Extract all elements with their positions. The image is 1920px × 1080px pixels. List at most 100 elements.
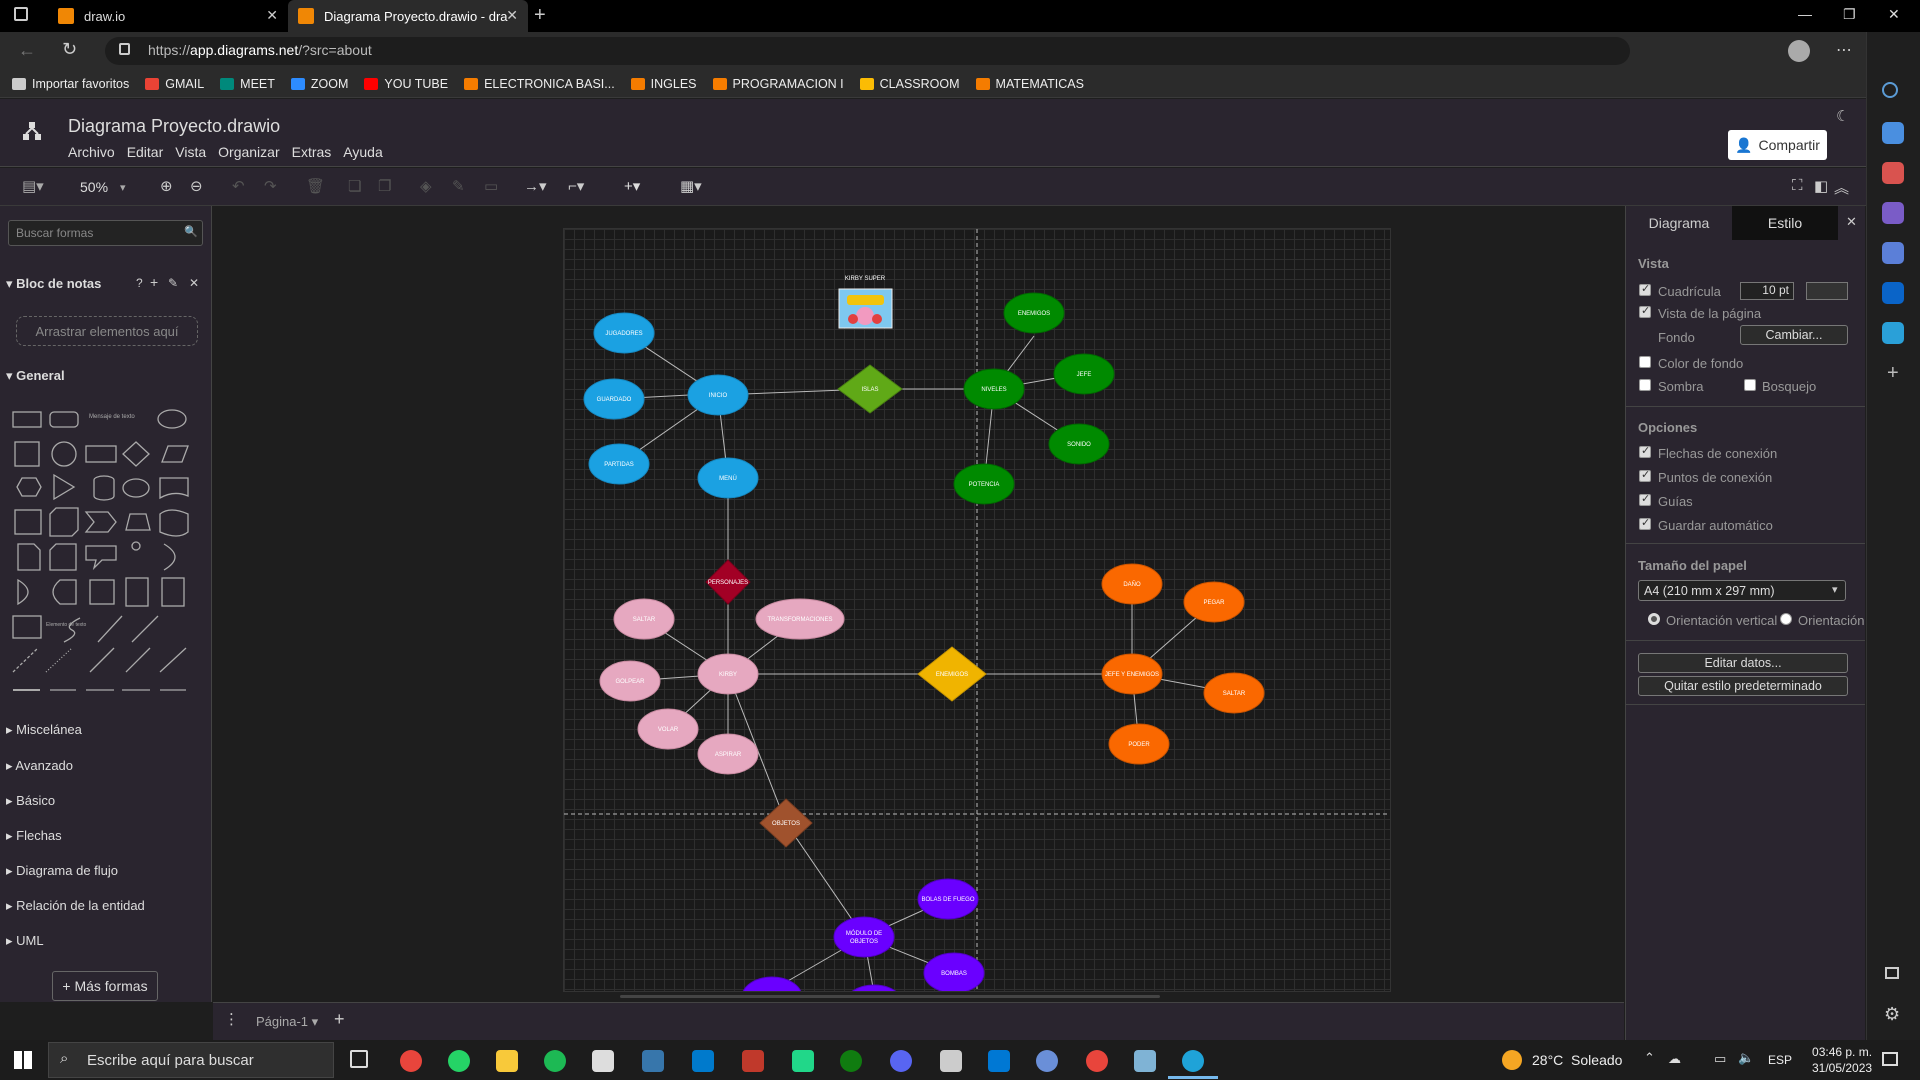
hexagon-shape[interactable] — [16, 477, 42, 497]
notifications-icon[interactable] — [1882, 1052, 1898, 1066]
new-tab-icon[interactable]: + — [534, 4, 546, 27]
format-panel-icon[interactable]: ▤▾ — [22, 177, 44, 195]
sketch-checkbox[interactable] — [1744, 379, 1756, 391]
language-indicator[interactable]: ESP — [1768, 1053, 1792, 1067]
clear-default-style-button[interactable]: Quitar estilo predeterminado — [1638, 676, 1848, 696]
list-shape[interactable] — [12, 615, 42, 639]
education-icon[interactable] — [940, 1050, 962, 1072]
section-avanzado[interactable]: ▸ Avanzado — [6, 758, 73, 774]
browser-tab-drawio[interactable]: draw.io ✕ — [48, 0, 288, 32]
cylinder-shape[interactable] — [93, 475, 115, 501]
scratchpad-edit-icon[interactable]: ✎ — [168, 276, 178, 290]
line-color-icon[interactable]: ✎ — [452, 177, 465, 195]
bookmark-zoom[interactable]: ZOOM — [290, 77, 348, 91]
menu-editar[interactable]: Editar — [127, 144, 164, 160]
file-explorer-icon[interactable] — [496, 1050, 518, 1072]
app-red-icon[interactable] — [742, 1050, 764, 1072]
shape-text-body[interactable]: Elemento de texto — [46, 622, 87, 628]
portrait-radio[interactable] — [1648, 613, 1660, 625]
cloud-icon[interactable]: ☁ — [1668, 1051, 1681, 1067]
close-panel-icon[interactable]: ✕ — [1846, 214, 1857, 230]
diagram-title-label[interactable]: KIRBY SUPER — [845, 276, 886, 282]
data-storage-shape[interactable] — [52, 579, 77, 605]
bookmark-import[interactable]: Importar favoritos — [12, 77, 129, 91]
grid-color-swatch[interactable] — [1806, 282, 1848, 300]
directional-connector-shape[interactable] — [159, 647, 187, 673]
square-shape[interactable] — [14, 441, 40, 467]
menu-ayuda[interactable]: Ayuda — [343, 144, 382, 160]
diamond-shape[interactable] — [122, 441, 150, 467]
edge-icon[interactable] — [1182, 1050, 1204, 1072]
grid-checkbox[interactable] — [1639, 282, 1651, 296]
connection-icon[interactable]: →▾ — [524, 177, 547, 195]
general-header[interactable]: ▾ General — [6, 368, 65, 384]
app-icon[interactable] — [592, 1050, 614, 1072]
browser-tab-diagram[interactable]: Diagrama Proyecto.drawio - dra ✕ — [288, 0, 528, 32]
note-shape[interactable] — [17, 543, 41, 571]
scratchpad-help-icon[interactable]: ? — [136, 276, 143, 290]
dark-mode-icon[interactable]: ☾ — [1836, 107, 1849, 125]
search-icon[interactable] — [1882, 82, 1898, 98]
office-icon[interactable] — [1882, 242, 1904, 264]
waypoints-icon[interactable]: ⌐▾ — [568, 177, 584, 195]
document-title[interactable]: Diagrama Proyecto.drawio — [68, 116, 280, 137]
undo-icon[interactable]: ↶ — [232, 177, 245, 195]
insert-icon[interactable]: +▾ — [624, 177, 640, 195]
trapezoid-shape[interactable] — [125, 513, 151, 531]
taskbar-search[interactable]: Escribe aquí para buscar — [48, 1042, 334, 1078]
weather-text[interactable]: 28°C Soleado — [1532, 1052, 1622, 1068]
settings-icon[interactable]: ⚙ — [1884, 1004, 1900, 1025]
paper-size-select[interactable]: A4 (210 mm x 297 mm) — [1638, 580, 1846, 601]
app-icon[interactable] — [1134, 1050, 1156, 1072]
bidirectional-arrow-shape[interactable] — [97, 615, 123, 643]
menu-organizar[interactable]: Organizar — [218, 144, 279, 160]
bidirectional-connector-shape[interactable] — [125, 647, 151, 673]
menu-vista[interactable]: Vista — [175, 144, 206, 160]
windows-start-icon[interactable] — [14, 1051, 32, 1069]
bookmark-classroom[interactable]: CLASSROOM — [859, 77, 960, 91]
panel-toggle-icon[interactable]: ◧ — [1814, 177, 1828, 195]
rectangle-shape[interactable] — [12, 411, 42, 428]
bookmark-matematicas[interactable]: MATEMATICAS — [975, 77, 1084, 91]
dashed-line-shape[interactable] — [12, 647, 39, 673]
bookmark-ingles[interactable]: INGLES — [630, 77, 697, 91]
to-front-icon[interactable]: ❏ — [348, 177, 361, 195]
connection-points-checkbox[interactable] — [1639, 468, 1651, 482]
table-icon[interactable]: ▦▾ — [680, 177, 702, 195]
games-icon[interactable] — [1882, 202, 1904, 224]
sidebar-toggle-icon[interactable] — [1885, 967, 1899, 979]
vscode-icon[interactable] — [692, 1050, 714, 1072]
parallelogram-shape[interactable] — [161, 445, 189, 463]
horizontal-scrollbar[interactable] — [620, 995, 1160, 998]
restore-icon[interactable]: ❐ — [1843, 6, 1856, 23]
chrome-icon[interactable] — [400, 1050, 422, 1072]
redo-icon[interactable]: ↷ — [264, 177, 277, 195]
grid-size-input[interactable]: 10 pt — [1740, 282, 1794, 300]
change-background-button[interactable]: Cambiar... — [1740, 325, 1848, 345]
url-text[interactable]: https://app.diagrams.net/?src=about — [148, 42, 372, 58]
autosave-checkbox[interactable] — [1639, 516, 1651, 530]
cube-shape[interactable] — [49, 507, 79, 537]
bookmark-electronica[interactable]: ELECTRONICA BASI... — [464, 77, 615, 91]
square-container-shape[interactable] — [89, 579, 115, 605]
bookmark-youtube[interactable]: YOU TUBE — [364, 77, 448, 91]
section-uml[interactable]: ▸ UML — [6, 933, 44, 949]
share-button[interactable]: 👤 Compartir — [1728, 130, 1827, 160]
system-clock[interactable]: 03:46 p. m. 31/05/2023 — [1812, 1044, 1872, 1076]
collapse-icon[interactable]: ︽ — [1834, 177, 1849, 198]
actor-shape[interactable] — [131, 541, 141, 551]
zoom-out-icon[interactable]: ⊖ — [190, 177, 203, 195]
internal-storage-shape[interactable] — [14, 509, 42, 535]
node-partial-left[interactable] — [742, 976, 802, 992]
spotify-icon[interactable] — [544, 1050, 566, 1072]
r-icon[interactable] — [1036, 1050, 1058, 1072]
shape-text-label[interactable]: Mensaje de texto — [89, 414, 135, 420]
rounded-rectangle-shape[interactable] — [49, 411, 79, 428]
scratchpad-close-icon[interactable]: ✕ — [189, 276, 199, 290]
section-flechas[interactable]: ▸ Flechas — [6, 828, 62, 844]
triangle-shape[interactable] — [53, 473, 76, 501]
or-shape[interactable] — [163, 543, 176, 571]
card-shape[interactable] — [49, 543, 77, 571]
tools-icon[interactable] — [1882, 162, 1904, 184]
fullscreen-icon[interactable]: ⛶ — [1792, 177, 1803, 194]
